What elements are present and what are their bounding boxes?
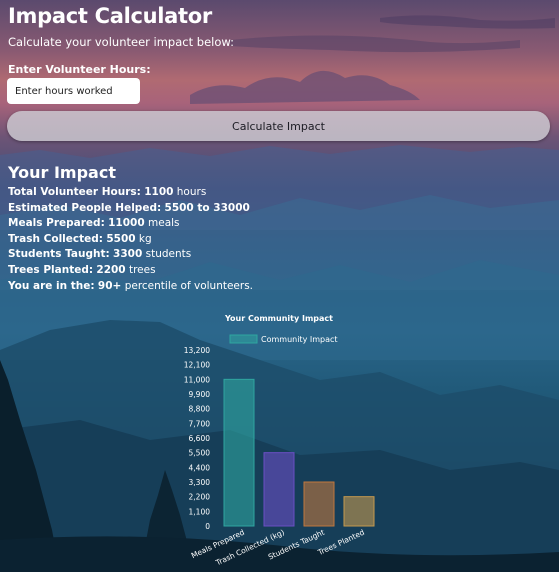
x-tick-label: Trash Collected (kg)	[214, 528, 286, 568]
bar[interactable]	[263, 452, 295, 527]
y-tick-label: 6,600	[189, 434, 211, 443]
bar[interactable]	[223, 378, 255, 527]
y-tick-label: 2,200	[189, 493, 211, 502]
y-tick-label: 9,900	[189, 390, 211, 399]
y-tick-label: 1,100	[189, 507, 211, 516]
y-tick-label: 8,800	[189, 405, 211, 414]
chart-title: Your Community Impact	[224, 314, 333, 323]
bar[interactable]	[343, 496, 375, 527]
bar[interactable]	[303, 481, 335, 527]
y-tick-label: 11,000	[184, 375, 210, 384]
y-tick-label: 0	[205, 522, 210, 531]
y-tick-label: 7,700	[189, 419, 211, 428]
y-axis: 0 1,100 2,200 3,300 4,400 5,500 6,600 7,700 8,80…	[184, 346, 210, 531]
impact-bar-chart: Your Community Impact Community Impact 0…	[184, 314, 375, 568]
app-container: Impact Calculator Calculate your volunte…	[0, 0, 559, 572]
y-tick-label: 5,500	[189, 449, 211, 458]
legend-swatch	[229, 334, 258, 344]
legend-label: Community Impact	[261, 335, 338, 344]
y-tick-label: 13,200	[184, 346, 210, 355]
x-axis: Meals PreparedTrash Collected (kg)Studen…	[190, 528, 366, 568]
bar-series	[223, 378, 375, 527]
y-tick-label: 12,100	[184, 361, 210, 370]
y-tick-label: 4,400	[189, 463, 211, 472]
y-tick-label: 3,300	[189, 478, 211, 487]
